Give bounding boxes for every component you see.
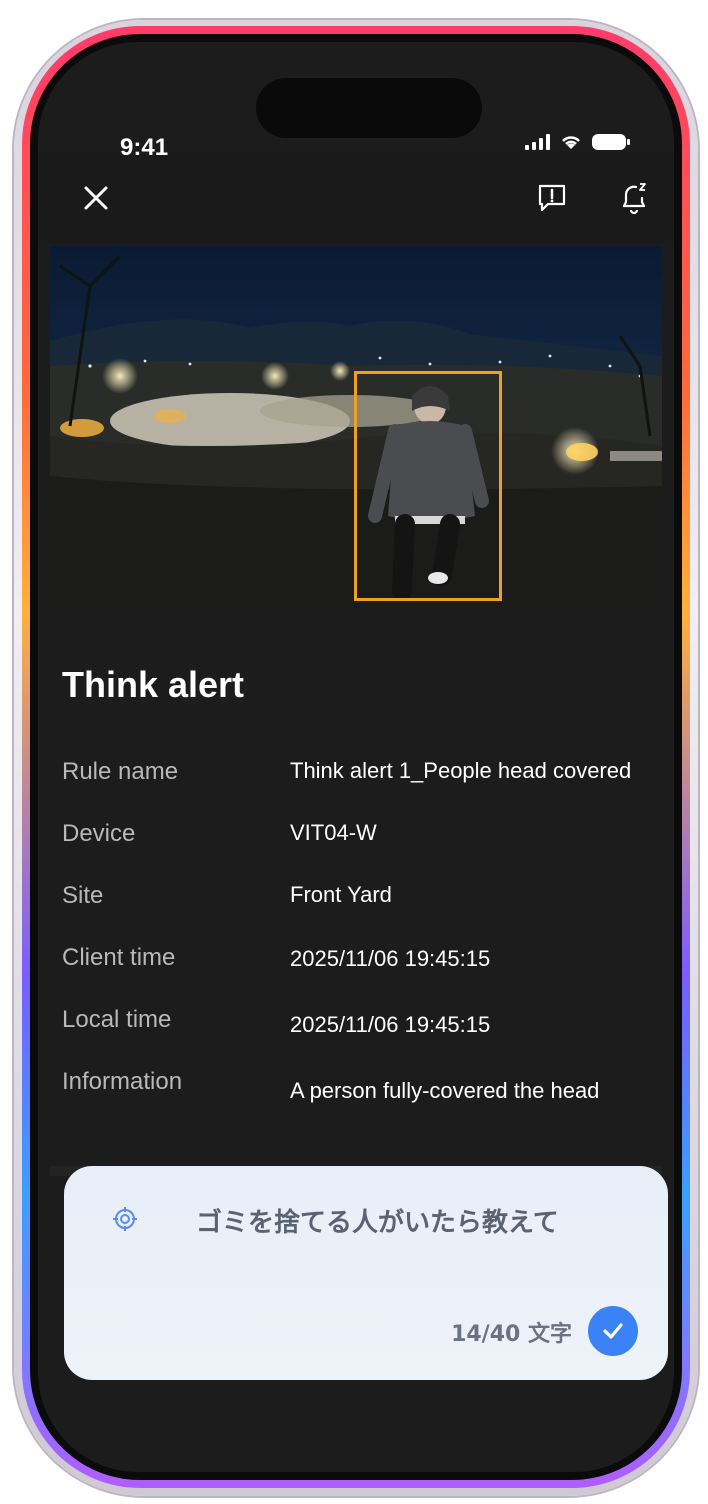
signal-icon — [525, 134, 550, 150]
local-time-label: Local time — [62, 1006, 172, 1033]
device-label: Device — [62, 820, 136, 847]
device-value: VIT04-W — [290, 820, 377, 845]
screen: 9:41 Think alert Rule name Think alert 1… — [38, 42, 674, 1472]
bell-snooze-icon[interactable] — [614, 178, 654, 218]
site-label: Site — [62, 882, 104, 909]
rule-name-label: Rule name — [62, 758, 179, 785]
character-count: 14/40 文字 — [451, 1322, 572, 1347]
top-bar — [38, 155, 674, 243]
close-icon[interactable] — [78, 180, 114, 216]
check-icon — [603, 1323, 623, 1339]
prompt-text[interactable]: ゴミを捨てる人がいたら教えて — [196, 1202, 559, 1239]
confirm-button[interactable] — [588, 1306, 638, 1356]
rule-name-value: Think alert 1_People head covered — [290, 758, 632, 783]
alert-title: Think alert — [62, 664, 245, 705]
information-label: Information — [62, 1068, 183, 1095]
dynamic-island — [256, 78, 482, 138]
prompt-card[interactable]: ゴミを捨てる人がいたら教えて 14/40 文字 — [64, 1166, 668, 1380]
wifi-icon — [562, 136, 580, 149]
information-value: A person fully-covered the head — [290, 1078, 600, 1103]
site-value: Front Yard — [290, 882, 392, 907]
local-time-value: 2025/11/06 19:45:15 — [290, 1012, 491, 1037]
client-time-value: 2025/11/06 19:45:15 — [290, 946, 491, 971]
client-time-label: Client time — [62, 944, 176, 971]
battery-icon — [592, 134, 630, 150]
status-icons — [525, 134, 630, 150]
detection-bounding-box — [354, 371, 502, 601]
alert-snapshot-image[interactable] — [50, 246, 662, 612]
report-icon[interactable] — [534, 180, 570, 216]
target-icon — [113, 1207, 137, 1231]
